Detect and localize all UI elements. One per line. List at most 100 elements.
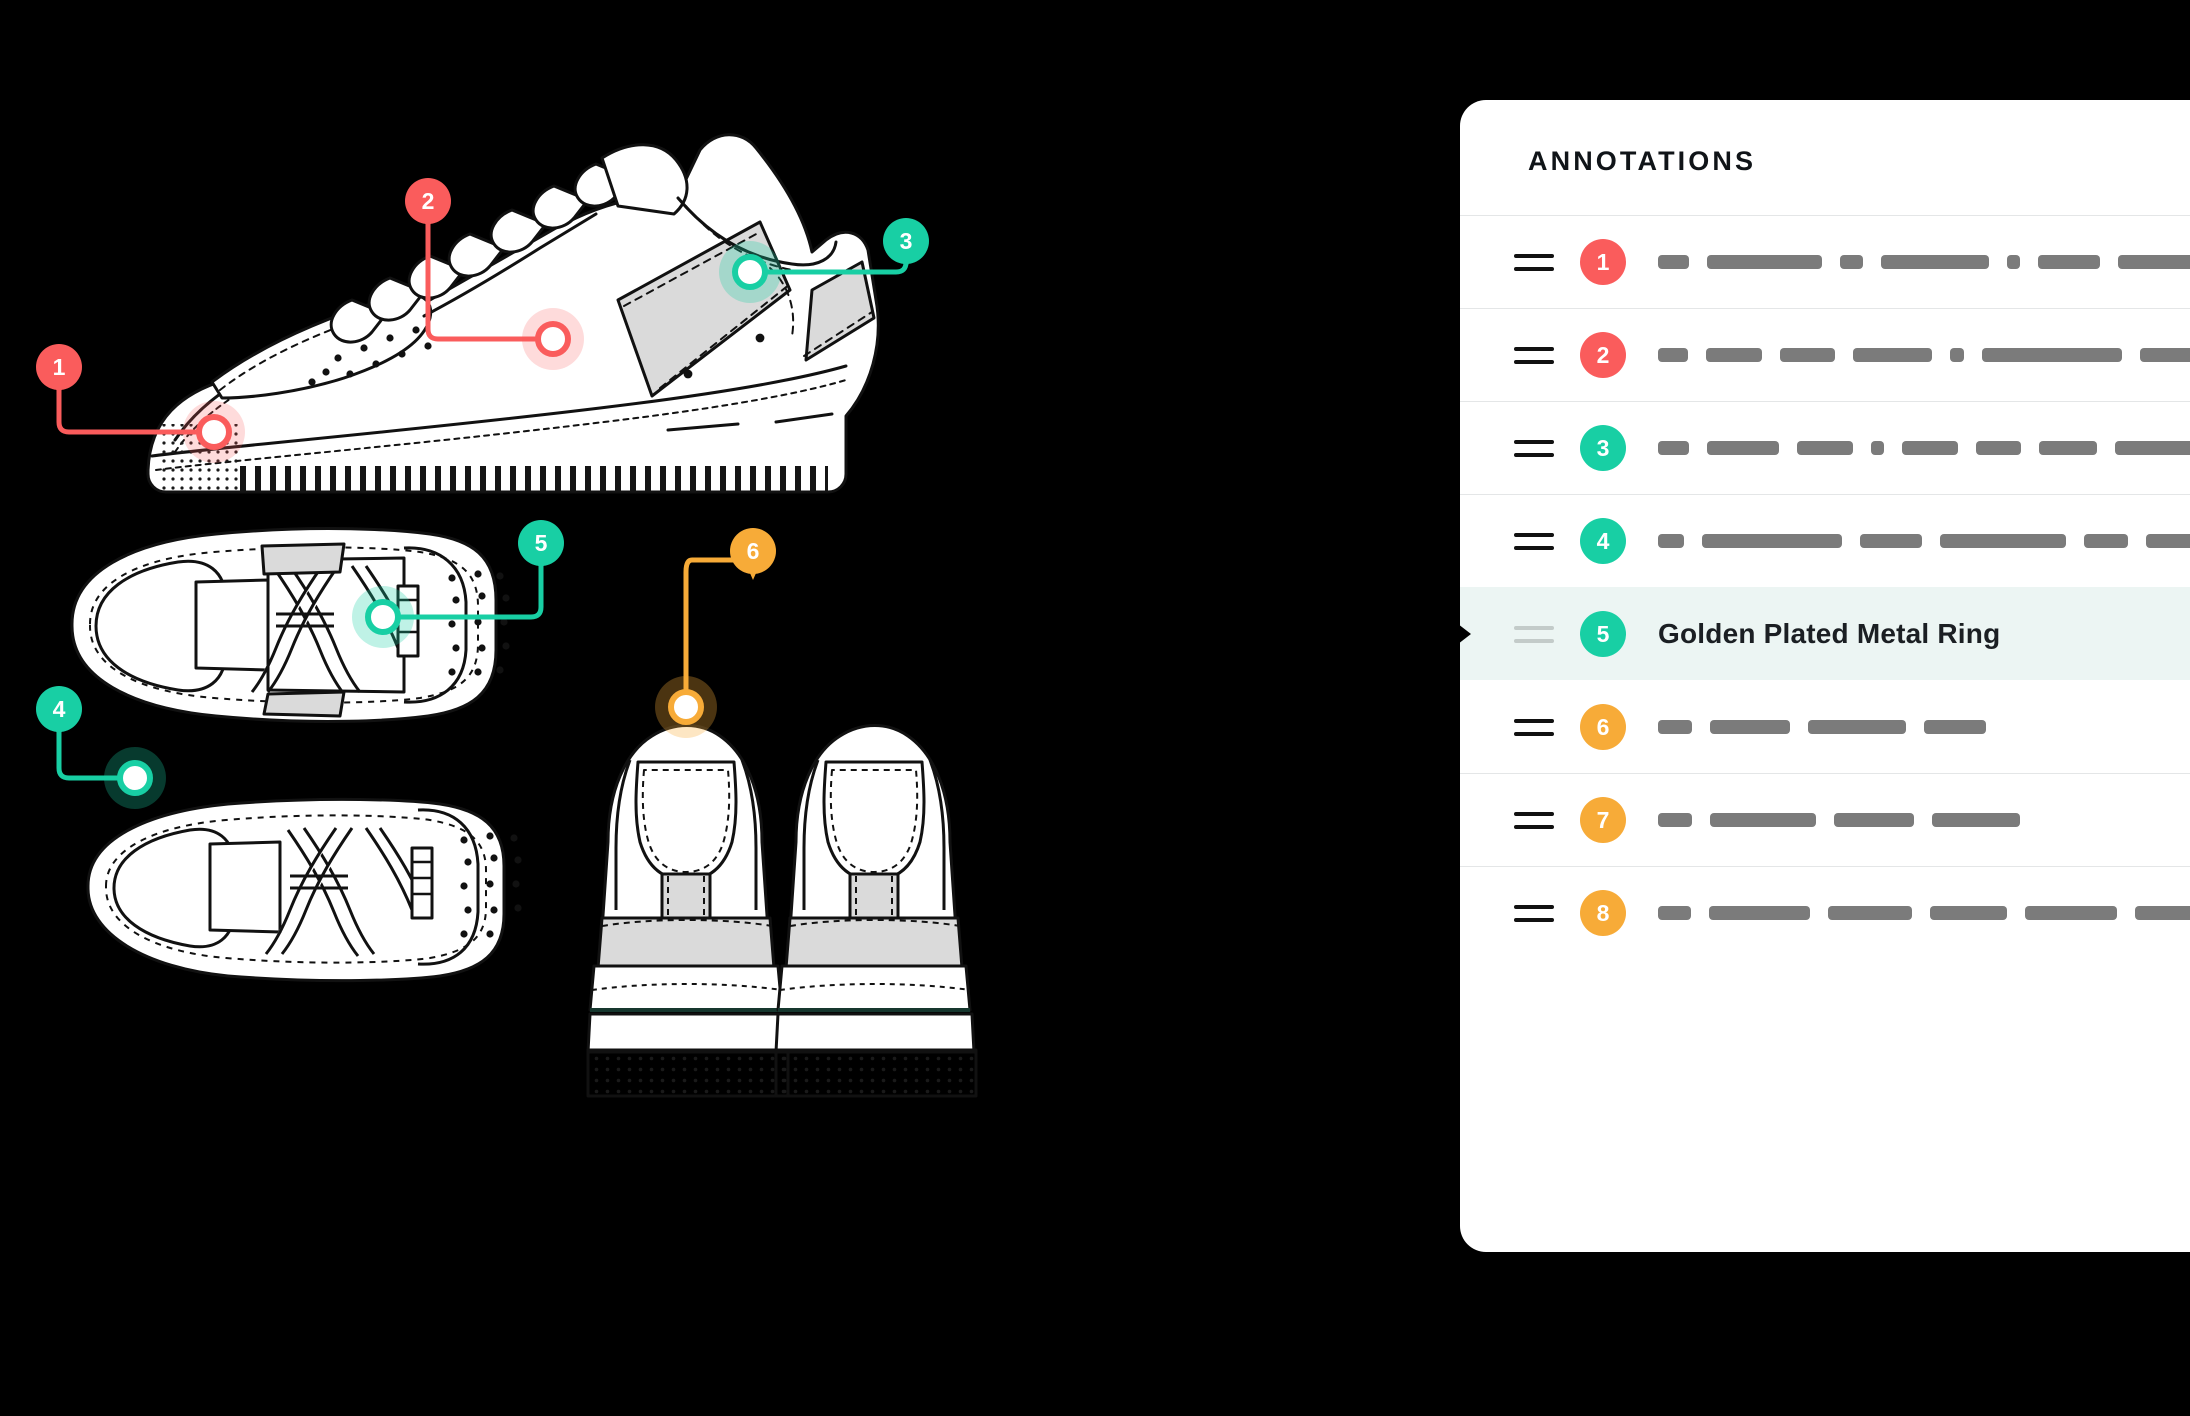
drag-handle-icon[interactable]	[1510, 718, 1566, 736]
placeholder-bar	[1839, 255, 1863, 269]
annotation-placeholder-bars	[1658, 813, 2190, 827]
annotation-content	[1658, 906, 2190, 920]
drag-handle-icon[interactable]	[1510, 904, 1566, 922]
placeholder-bar	[1658, 441, 1689, 455]
placeholder-bar	[2084, 534, 2128, 548]
annotation-row-2[interactable]: 2	[1460, 308, 2190, 401]
annotation-number-badge[interactable]: 4	[1580, 518, 1626, 564]
annotations-panel: ANNOTATIONS 1 2 3 4 5 Golden Plated Metal Rin…	[1460, 100, 2190, 1252]
placeholder-bar	[2115, 441, 2190, 455]
annotation-row-6[interactable]: 6	[1460, 680, 2190, 773]
target-ring-5	[352, 586, 414, 648]
placeholder-bar	[1880, 255, 1989, 269]
annotation-number-badge[interactable]: 5	[1580, 611, 1626, 657]
placeholder-bar	[1901, 441, 1958, 455]
placeholder-bar	[1940, 534, 2066, 548]
annotation-content	[1658, 441, 2190, 455]
drag-handle-icon[interactable]	[1510, 532, 1566, 550]
annotation-row-7[interactable]: 7	[1460, 773, 2190, 866]
target-ring-3	[719, 241, 781, 303]
pin-number-label: 3	[883, 218, 929, 264]
placeholder-bar	[2134, 906, 2190, 920]
placeholder-bar	[1658, 348, 1688, 362]
side-view-shoe	[146, 133, 880, 494]
annotation-row-8[interactable]: 8	[1460, 866, 2190, 959]
placeholder-bar	[1871, 441, 1884, 455]
placeholder-bar	[1658, 813, 1692, 827]
drag-handle-icon[interactable]	[1510, 811, 1566, 829]
placeholder-bar	[1780, 348, 1835, 362]
placeholder-bar	[2140, 348, 2190, 362]
pin-number-label: 4	[36, 686, 82, 732]
annotation-placeholder-bars	[1658, 255, 2190, 269]
active-row-pointer-icon	[1460, 617, 1471, 651]
target-ring-4	[104, 747, 166, 809]
placeholder-bar	[1976, 441, 2022, 455]
drag-handle-icon[interactable]	[1510, 625, 1566, 643]
annotation-pin-5[interactable]: 5	[518, 520, 564, 572]
placeholder-bar	[1706, 441, 1780, 455]
target-ring-2	[522, 308, 584, 370]
annotation-pin-6[interactable]: 6	[730, 528, 776, 580]
placeholder-bar	[1658, 255, 1690, 269]
drag-handle-icon[interactable]	[1510, 346, 1566, 364]
target-ring-1	[183, 401, 245, 463]
annotation-row-4[interactable]: 4	[1460, 494, 2190, 587]
placeholder-bar	[1710, 720, 1790, 734]
annotation-number-badge[interactable]: 8	[1580, 890, 1626, 936]
shoe-technical-drawings	[56, 133, 978, 1098]
annotation-number-badge[interactable]: 1	[1580, 239, 1626, 285]
placeholder-bar	[2146, 534, 2190, 548]
annotation-row-3[interactable]: 3	[1460, 401, 2190, 494]
annotation-pin-1[interactable]: 1	[36, 344, 82, 396]
placeholder-bar	[2025, 906, 2117, 920]
back-view-shoe-pair	[586, 724, 978, 1098]
drag-handle-icon[interactable]	[1510, 253, 1566, 271]
product-illustration-canvas: 1 2 3 4 5 6	[0, 0, 1460, 1416]
annotation-number-badge[interactable]: 6	[1580, 704, 1626, 750]
annotation-content	[1658, 348, 2190, 362]
placeholder-bar	[1797, 441, 1854, 455]
annotation-content	[1658, 720, 2190, 734]
placeholder-bar	[1860, 534, 1922, 548]
placeholder-bar	[2038, 255, 2101, 269]
placeholder-bar	[1834, 813, 1914, 827]
annotation-label: Golden Plated Metal Ring	[1658, 618, 2001, 649]
annotation-number-badge[interactable]: 7	[1580, 797, 1626, 843]
annotation-pin-2[interactable]: 2	[405, 178, 451, 230]
panel-title: ANNOTATIONS	[1528, 146, 1757, 176]
pin-number-label: 5	[518, 520, 564, 566]
placeholder-bar	[2118, 255, 2190, 269]
placeholder-bar	[1828, 906, 1913, 920]
placeholder-bar	[1708, 906, 1811, 920]
placeholder-bar	[1981, 348, 2123, 362]
placeholder-bar	[1949, 348, 1964, 362]
annotation-placeholder-bars	[1658, 720, 2190, 734]
placeholder-bar	[2006, 255, 2021, 269]
placeholder-bar	[1930, 906, 2007, 920]
placeholder-bar	[1808, 720, 1906, 734]
annotation-placeholder-bars	[1658, 441, 2190, 455]
annotation-placeholder-bars	[1658, 534, 2190, 548]
drag-handle-icon[interactable]	[1510, 439, 1566, 457]
annotation-row-1[interactable]: 1	[1460, 215, 2190, 308]
annotation-content	[1658, 813, 2190, 827]
placeholder-bar	[1852, 348, 1932, 362]
annotation-pin-3[interactable]: 3	[883, 218, 929, 270]
pin-number-label: 6	[730, 528, 776, 574]
placeholder-bar	[1702, 534, 1842, 548]
placeholder-bar	[1710, 813, 1816, 827]
placeholder-bar	[2039, 441, 2098, 455]
annotation-pin-4[interactable]: 4	[36, 686, 82, 738]
placeholder-bar	[1707, 255, 1822, 269]
target-ring-6	[655, 676, 717, 738]
placeholder-bar	[1658, 534, 1684, 548]
placeholder-bar	[1705, 348, 1763, 362]
placeholder-bar	[1658, 720, 1692, 734]
annotation-row-5[interactable]: 5 Golden Plated Metal Ring	[1460, 587, 2190, 680]
annotation-placeholder-bars	[1658, 348, 2190, 362]
pin-number-label: 2	[405, 178, 451, 224]
annotation-number-badge[interactable]: 3	[1580, 425, 1626, 471]
pin-number-label: 1	[36, 344, 82, 390]
annotation-number-badge[interactable]: 2	[1580, 332, 1626, 378]
